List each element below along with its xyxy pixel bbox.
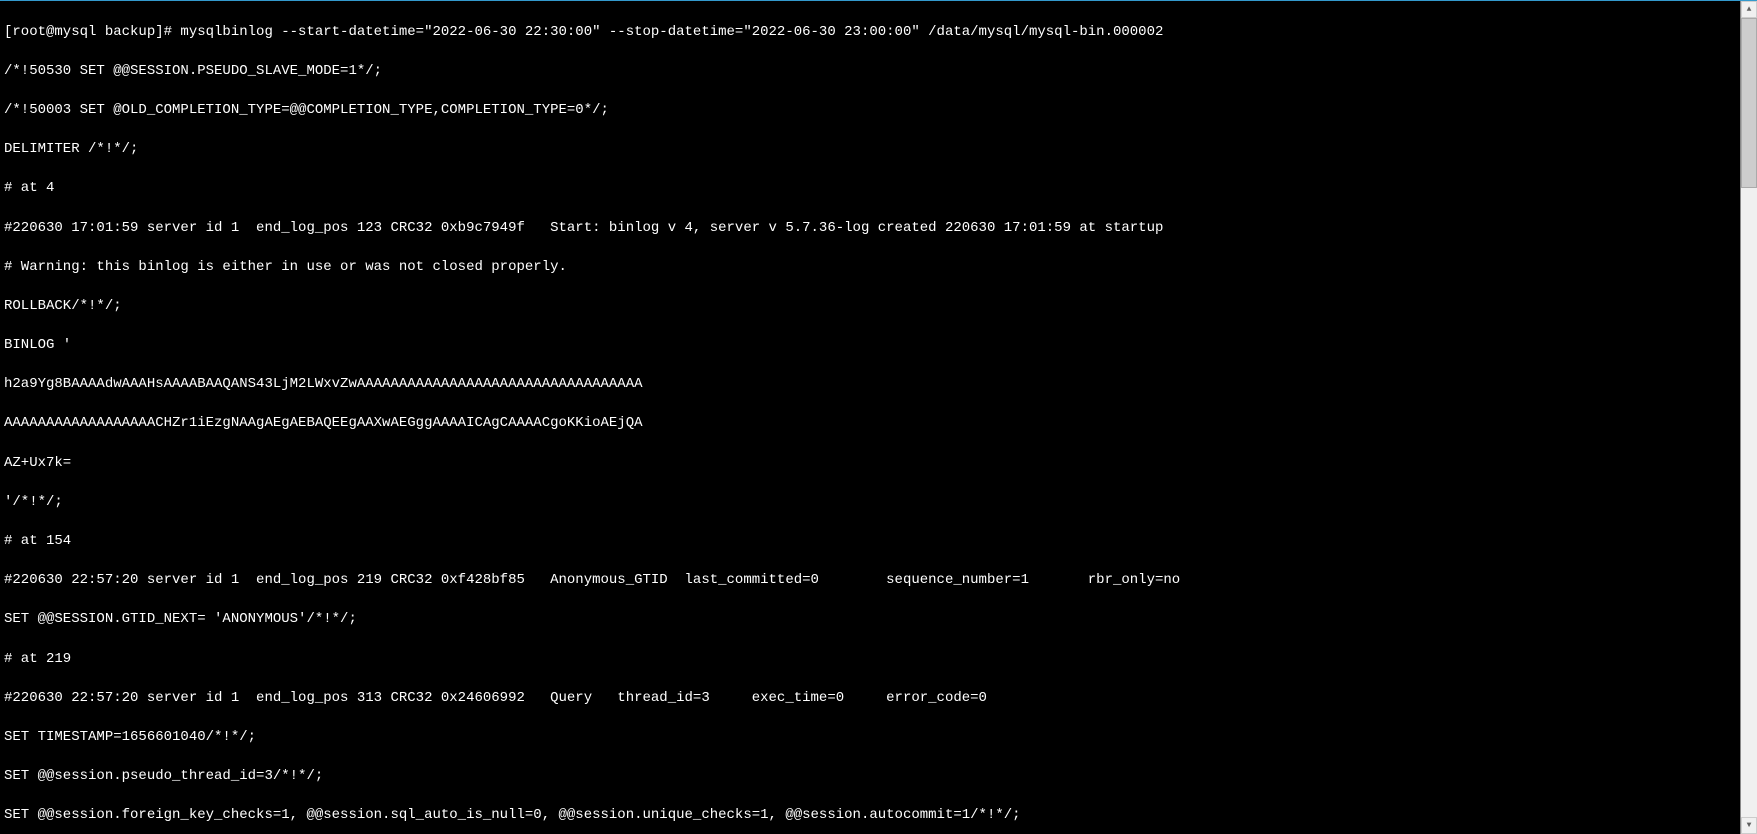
terminal-line: AZ+Ux7k= [4, 454, 1736, 474]
terminal-line: #220630 22:57:20 server id 1 end_log_pos… [4, 689, 1736, 709]
terminal-line: /*!50003 SET @OLD_COMPLETION_TYPE=@@COMP… [4, 101, 1736, 121]
terminal-line: # at 154 [4, 532, 1736, 552]
terminal-line: /*!50530 SET @@SESSION.PSEUDO_SLAVE_MODE… [4, 62, 1736, 82]
scroll-up-arrow-icon[interactable]: ▲ [1741, 1, 1757, 18]
terminal-line: '/*!*/; [4, 493, 1736, 513]
scroll-up-glyph: ▲ [1747, 4, 1752, 15]
terminal-output[interactable]: [root@mysql backup]# mysqlbinlog --start… [0, 1, 1740, 834]
terminal-line: SET TIMESTAMP=1656601040/*!*/; [4, 728, 1736, 748]
terminal-line: BINLOG ' [4, 336, 1736, 356]
terminal-line: [root@mysql backup]# mysqlbinlog --start… [4, 23, 1736, 43]
terminal-line: SET @@session.pseudo_thread_id=3/*!*/; [4, 767, 1736, 787]
scroll-down-arrow-icon[interactable]: ▼ [1741, 817, 1757, 834]
terminal-line: #220630 17:01:59 server id 1 end_log_pos… [4, 219, 1736, 239]
terminal-line: ROLLBACK/*!*/; [4, 297, 1736, 317]
terminal-line: # at 219 [4, 650, 1736, 670]
scroll-down-glyph: ▼ [1747, 820, 1752, 831]
terminal-line: AAAAAAAAAAAAAAAAAACHZr1iEzgNAAgAEgAEBAQE… [4, 414, 1736, 434]
scrollbar-thumb[interactable] [1741, 18, 1757, 188]
terminal-line: # at 4 [4, 179, 1736, 199]
terminal-line: # Warning: this binlog is either in use … [4, 258, 1736, 278]
terminal-line: #220630 22:57:20 server id 1 end_log_pos… [4, 571, 1736, 591]
terminal-line: SET @@session.foreign_key_checks=1, @@se… [4, 806, 1736, 826]
vertical-scrollbar[interactable]: ▲ ▼ [1740, 1, 1757, 834]
terminal-line: h2a9Yg8BAAAAdwAAAHsAAAABAAQANS43LjM2LWxv… [4, 375, 1736, 395]
terminal-line: DELIMITER /*!*/; [4, 140, 1736, 160]
terminal-line: SET @@SESSION.GTID_NEXT= 'ANONYMOUS'/*!*… [4, 610, 1736, 630]
